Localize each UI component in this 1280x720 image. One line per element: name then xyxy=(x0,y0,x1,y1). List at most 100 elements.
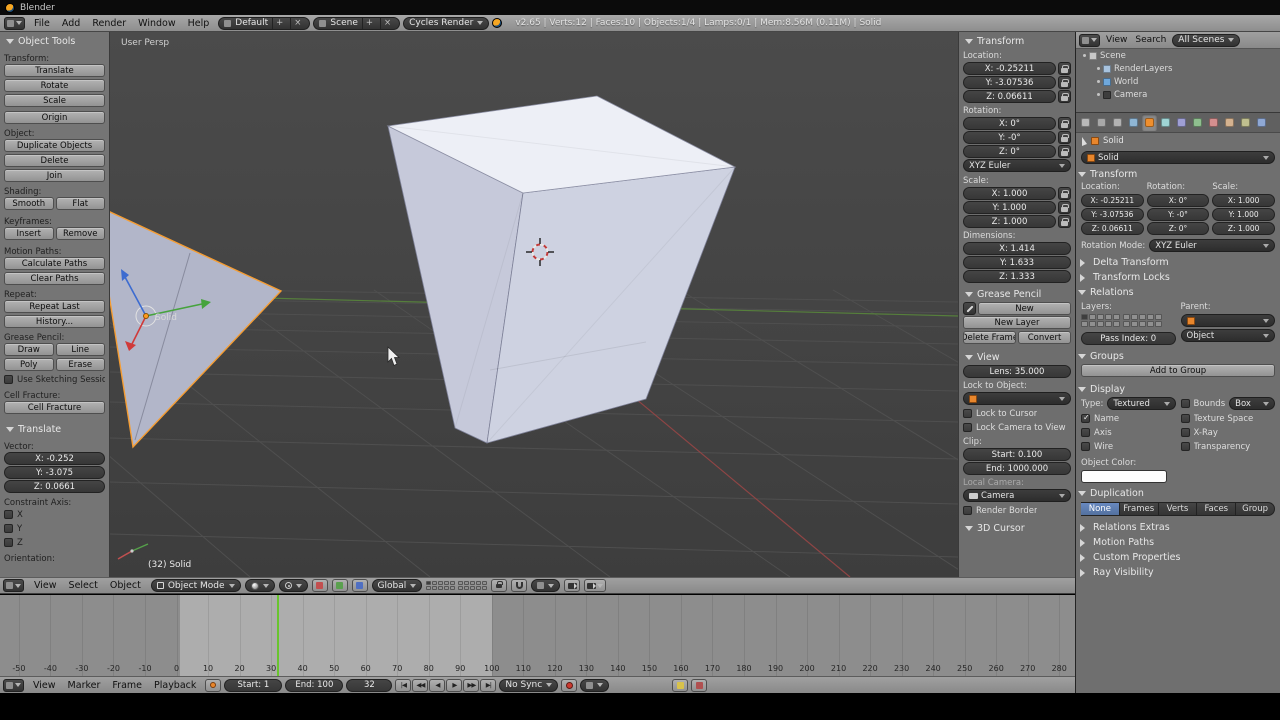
delete-button[interactable]: Delete xyxy=(4,154,105,167)
properties-tab[interactable] xyxy=(1174,114,1189,131)
transform-panel-header[interactable]: Transform xyxy=(1076,167,1280,182)
transform-panel-header[interactable]: Transform xyxy=(963,34,1071,49)
sync-mode-dropdown[interactable]: No Sync xyxy=(499,678,559,692)
duplication-option[interactable]: None xyxy=(1081,502,1120,516)
menu-item[interactable]: Search xyxy=(1131,35,1170,45)
gp-new-button[interactable]: New xyxy=(978,302,1071,315)
layer-cell[interactable] xyxy=(476,581,482,585)
smooth-button[interactable]: Smooth xyxy=(4,197,54,210)
layer-cell[interactable] xyxy=(1155,321,1162,327)
transport-button[interactable]: ▶ xyxy=(446,678,463,692)
layer-cell[interactable] xyxy=(482,586,488,590)
layer-cell[interactable] xyxy=(1097,321,1104,327)
insert-keyframe-button[interactable] xyxy=(672,678,689,692)
pivot-point-dropdown[interactable] xyxy=(278,579,308,592)
layer-cell[interactable] xyxy=(1131,321,1138,327)
menu-item[interactable]: Select xyxy=(63,580,104,591)
location-field[interactable]: X: -0.25211 xyxy=(1081,194,1144,207)
keying-set-dropdown[interactable] xyxy=(580,678,610,692)
3d-cursor-panel-header[interactable]: 3D Cursor xyxy=(963,521,1071,536)
properties-tab[interactable] xyxy=(1126,114,1141,131)
display-panel-header[interactable]: Display xyxy=(1076,382,1280,397)
properties-tab[interactable] xyxy=(1142,114,1157,131)
render-engine-dropdown[interactable]: Cycles Render xyxy=(403,16,490,30)
parent-field[interactable] xyxy=(1180,314,1275,327)
properties-tab[interactable] xyxy=(1222,114,1237,131)
translate-panel-header[interactable]: Translate xyxy=(4,422,105,437)
relations-panel-header[interactable]: Relations xyxy=(1076,285,1280,300)
layer-cell[interactable] xyxy=(464,581,470,585)
rotation-field[interactable]: Y: -0° xyxy=(963,131,1056,144)
duplicate-objects-button[interactable]: Duplicate Objects xyxy=(4,139,105,152)
vector-z-field[interactable]: Z: 0.0661 xyxy=(4,480,105,493)
display-checkbox[interactable]: Name xyxy=(1081,412,1176,425)
editor-type-icon[interactable] xyxy=(3,579,24,592)
current-frame-field[interactable]: 32 xyxy=(346,678,393,692)
rotation-mode-dropdown[interactable]: XYZ Euler xyxy=(1149,239,1275,252)
vector-y-field[interactable]: Y: -3.075 xyxy=(4,466,105,479)
snap-element-dropdown[interactable] xyxy=(531,579,561,592)
lock-icon[interactable] xyxy=(1058,215,1071,228)
delta-transform-panel-header[interactable]: Delta Transform xyxy=(1076,255,1280,270)
rotation-field[interactable]: X: 0° xyxy=(1146,194,1210,207)
timeline-ruler[interactable]: -50 -40 -30 -20 -10 0 10 20 30 40 50 60 70 80 90 100 110… xyxy=(0,595,1075,676)
display-checkbox[interactable]: Texture Space xyxy=(1180,412,1276,425)
transport-button[interactable]: ▶▶ xyxy=(463,678,480,692)
manipulator-translate-button[interactable] xyxy=(311,579,328,592)
dimension-field[interactable]: Y: 1.633 xyxy=(963,256,1071,269)
layer-cell[interactable] xyxy=(426,586,432,590)
duplication-option[interactable]: Group xyxy=(1236,502,1275,516)
delete-scene-button[interactable]: × xyxy=(380,17,394,29)
add-scene-button[interactable]: + xyxy=(361,17,376,29)
menu-item[interactable]: Add xyxy=(56,18,86,29)
layer-cell[interactable] xyxy=(432,581,438,585)
screen-layout-dropdown[interactable]: Default + × xyxy=(218,16,311,30)
transport-button[interactable]: ◀ xyxy=(429,678,446,692)
scale-button[interactable]: Scale xyxy=(4,94,105,107)
parent-type-dropdown[interactable]: Object xyxy=(1180,329,1275,342)
render-border-checkbox[interactable]: Render Border xyxy=(963,504,1071,517)
layer-cell[interactable] xyxy=(432,586,438,590)
rotation-field[interactable]: Z: 0° xyxy=(1146,222,1210,235)
groups-panel-header[interactable]: Groups xyxy=(1076,349,1280,364)
editor-type-icon[interactable] xyxy=(4,16,25,30)
history-button[interactable]: History... xyxy=(4,315,105,328)
scale-field[interactable]: Y: 1.000 xyxy=(1212,208,1275,221)
scale-field[interactable]: X: 1.000 xyxy=(963,187,1056,200)
repeat-last-button[interactable]: Repeat Last xyxy=(4,300,105,313)
expander-dot-icon[interactable] xyxy=(1083,54,1086,57)
snap-toggle-button[interactable] xyxy=(511,579,528,592)
expander-dot-icon[interactable] xyxy=(1097,80,1100,83)
collapsed-panel-header[interactable]: Custom Properties xyxy=(1076,550,1280,565)
scale-field[interactable]: Z: 1.000 xyxy=(1212,222,1275,235)
layer-cell[interactable] xyxy=(450,581,456,585)
location-field[interactable]: Z: 0.06611 xyxy=(1081,222,1144,235)
view-panel-header[interactable]: View xyxy=(963,350,1071,365)
menu-item[interactable]: View xyxy=(1102,35,1131,45)
duplication-option[interactable]: Verts xyxy=(1158,502,1198,516)
layer-cell[interactable] xyxy=(444,581,450,585)
layer-cell[interactable] xyxy=(1081,314,1088,320)
add-layout-button[interactable]: + xyxy=(272,17,286,29)
layer-cell[interactable] xyxy=(1123,321,1130,327)
layer-cell[interactable] xyxy=(1089,321,1096,327)
outliner-filter-dropdown[interactable]: All Scenes xyxy=(1172,33,1241,47)
pass-index-field[interactable]: Pass Index: 0 xyxy=(1081,332,1176,345)
layer-cell[interactable] xyxy=(1105,321,1112,327)
viewport-canvas[interactable]: Solid xyxy=(110,32,958,577)
clear-paths-button[interactable]: Clear Paths xyxy=(4,272,105,285)
object-tools-panel-header[interactable]: Object Tools xyxy=(4,34,105,49)
menu-item[interactable]: View xyxy=(27,680,62,691)
manipulator-rotate-button[interactable] xyxy=(331,579,348,592)
menu-item[interactable]: Render xyxy=(86,18,132,29)
grease-pencil-panel-header[interactable]: Grease Pencil xyxy=(963,287,1071,302)
properties-tab[interactable] xyxy=(1206,114,1221,131)
clip-start-field[interactable]: Start: 0.100 xyxy=(963,448,1071,461)
join-button[interactable]: Join xyxy=(4,169,105,182)
menu-item[interactable]: Window xyxy=(132,18,181,29)
rotation-field[interactable]: Z: 0° xyxy=(963,145,1056,158)
layer-cell[interactable] xyxy=(470,586,476,590)
layer-cell[interactable] xyxy=(450,586,456,590)
layer-cell[interactable] xyxy=(476,586,482,590)
layer-cell[interactable] xyxy=(1147,321,1154,327)
